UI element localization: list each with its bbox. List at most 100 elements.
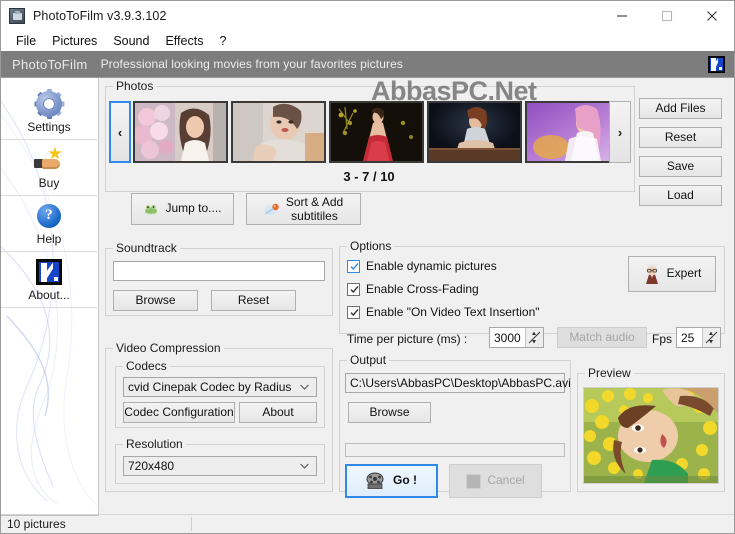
title-bar: PhotoToFilm v3.9.3.102: [1, 1, 734, 30]
save-button[interactable]: Save: [639, 156, 722, 177]
checkbox-dynamic-pictures[interactable]: [347, 259, 360, 273]
photo-thumbnail-5[interactable]: [525, 101, 620, 163]
label-dynamic-pictures: Enable dynamic pictures: [366, 259, 497, 273]
menu-pictures[interactable]: Pictures: [44, 32, 105, 50]
photos-group-title: Photos: [113, 79, 157, 93]
hand-star-icon: [34, 146, 64, 174]
resolution-select[interactable]: 720x480: [123, 456, 317, 476]
thumbnail-image: [135, 103, 226, 161]
checkbox-video-text-insertion[interactable]: [347, 305, 360, 319]
label-video-text-insertion: Enable "On Video Text Insertion": [366, 305, 540, 319]
banner-tagline: Professional looking movies from your fa…: [100, 57, 403, 71]
sidebar: Settings Buy ? Help About...: [1, 78, 99, 516]
output-path-value: C:\Users\AbbasPC\Desktop\AbbasPC.avi: [350, 376, 571, 390]
check-icon: [350, 285, 359, 293]
check-icon: [350, 308, 359, 316]
window-title: PhotoToFilm v3.9.3.102: [33, 8, 167, 23]
sort-add-label-line2: subtitiles: [291, 209, 338, 223]
output-path-input[interactable]: C:\Users\AbbasPC\Desktop\AbbasPC.avi: [345, 373, 571, 393]
chevron-down-icon: [300, 384, 309, 390]
cancel-label: Cancel: [487, 473, 525, 488]
option-video-text-insertion[interactable]: Enable "On Video Text Insertion": [347, 305, 540, 319]
option-dynamic-pictures[interactable]: Enable dynamic pictures: [347, 259, 497, 273]
soundtrack-browse-button[interactable]: Browse: [113, 290, 198, 311]
fps-value: 25: [681, 330, 695, 345]
app-banner: PhotoToFilm Professional looking movies …: [1, 51, 734, 78]
minimize-button[interactable]: [599, 1, 644, 30]
time-per-picture-stepper[interactable]: 3000: [489, 327, 544, 348]
up-down-arrows-icon: [705, 331, 718, 344]
thumbnail-image: [233, 103, 324, 161]
time-per-picture-value: 3000: [494, 330, 521, 345]
fps-label: Fps :: [652, 332, 679, 346]
menu-bar: File Pictures Sound Effects ?: [1, 30, 734, 51]
check-icon: [350, 262, 359, 270]
codec-configuration-button[interactable]: Codec Configuration: [123, 402, 235, 423]
reset-files-button[interactable]: Reset: [639, 127, 722, 148]
window-controls: [599, 1, 734, 30]
menu-file[interactable]: File: [8, 32, 44, 50]
stop-icon: [466, 473, 482, 489]
codecs-group-title: Codecs: [123, 359, 170, 373]
load-button[interactable]: Load: [639, 185, 722, 206]
k-logo-icon: [708, 56, 725, 73]
options-group-title: Options: [347, 239, 395, 253]
codec-select[interactable]: cvid Cinepak Codec by Radius: [123, 377, 317, 397]
photo-counter: 3 - 7 / 10: [343, 169, 395, 184]
soundtrack-group-title: Soundtrack: [113, 241, 180, 255]
option-cross-fading[interactable]: Enable Cross-Fading: [347, 282, 479, 296]
thumbnail-image: [527, 103, 618, 161]
photo-thumbnail-1[interactable]: [133, 101, 228, 163]
jump-to-label: Jump to....: [165, 201, 222, 216]
photo-thumbnail-3[interactable]: [329, 101, 424, 163]
status-bar: 10 pictures: [1, 514, 734, 533]
cancel-button: Cancel: [449, 464, 542, 498]
sidebar-item-buy[interactable]: Buy: [1, 140, 97, 196]
close-button[interactable]: [689, 1, 734, 30]
app-icon: [9, 7, 25, 24]
jump-to-button[interactable]: Jump to....: [131, 193, 234, 225]
video-compression-title: Video Compression: [113, 341, 224, 355]
k-logo-icon: [36, 258, 62, 286]
photo-thumbnail-2[interactable]: [231, 101, 326, 163]
add-files-button[interactable]: Add Files: [639, 98, 722, 119]
expert-button[interactable]: Expert: [628, 256, 716, 292]
sidebar-label-about: About...: [28, 287, 70, 302]
question-mark-icon: ?: [37, 202, 61, 230]
menu-effects[interactable]: Effects: [157, 32, 211, 50]
stepper-arrows-icon[interactable]: [702, 328, 720, 347]
codec-about-button[interactable]: About: [239, 402, 317, 423]
codec-selected-value: cvid Cinepak Codec by Radius: [128, 380, 292, 394]
preview-thumbnail: [584, 388, 718, 483]
sidebar-label-help: Help: [36, 231, 62, 246]
time-per-picture-label: Time per picture (ms) :: [347, 332, 468, 346]
menu-sound[interactable]: Sound: [105, 32, 157, 50]
up-down-arrows-icon: [528, 331, 541, 344]
photo-thumbnail-4[interactable]: [427, 101, 522, 163]
progress-bar: [345, 443, 565, 457]
sort-add-label-line1: Sort & Add: [285, 194, 344, 209]
banner-brand: PhotoToFilm: [12, 56, 88, 72]
sidebar-item-settings[interactable]: Settings: [1, 84, 97, 140]
status-separator: [191, 517, 192, 531]
next-photo-button[interactable]: ›: [609, 101, 631, 163]
chevron-down-icon: [300, 463, 309, 469]
menu-help[interactable]: ?: [211, 32, 234, 50]
output-browse-button[interactable]: Browse: [348, 402, 431, 423]
stepper-arrows-icon[interactable]: [525, 328, 543, 347]
soundtrack-reset-button[interactable]: Reset: [211, 290, 296, 311]
app-window: PhotoToFilm v3.9.3.102 File Pictures Sou…: [0, 0, 735, 534]
sort-add-subtitles-button[interactable]: Sort & Add subtitiles: [246, 193, 361, 225]
soundtrack-input[interactable]: [113, 261, 325, 281]
sidebar-item-help[interactable]: ? Help: [1, 196, 97, 252]
match-audio-button: Match audio: [557, 327, 647, 348]
preview-image: [583, 387, 719, 484]
sidebar-item-about[interactable]: About...: [1, 252, 97, 308]
go-button[interactable]: Go !: [345, 464, 438, 498]
checkbox-cross-fading[interactable]: [347, 282, 360, 296]
output-group-title: Output: [347, 353, 390, 367]
maximize-button[interactable]: [644, 1, 689, 30]
fps-stepper[interactable]: 25: [676, 327, 721, 348]
thumbnail-image: [429, 103, 520, 161]
prev-photo-button[interactable]: ‹: [109, 101, 131, 163]
